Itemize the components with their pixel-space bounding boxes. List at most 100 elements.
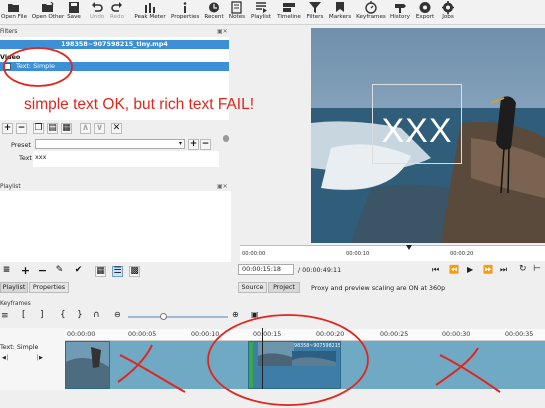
redo-label: Redo: [109, 14, 125, 20]
play-icon[interactable]: ▶: [467, 265, 473, 274]
playlist-remove-button[interactable]: −: [37, 265, 48, 277]
filters-panel-title: Filters: [0, 29, 18, 35]
timeline-button[interactable]: Timeline: [276, 1, 302, 24]
playlist-list-view-icon[interactable]: ☰: [112, 266, 123, 277]
playlist-list[interactable]: [0, 191, 231, 262]
playlist-update-button[interactable]: ✎: [54, 266, 65, 277]
playlist-grid-view-icon[interactable]: ▩: [129, 266, 140, 277]
player-scrub-ruler[interactable]: 00:00:00 00:00:10 00:00:20: [240, 245, 545, 261]
fast-forward-icon[interactable]: ⏩: [483, 265, 493, 274]
main-toolbar: Open File Open Other Save Undo Redo Peak…: [0, 0, 545, 25]
properties-button[interactable]: Properties: [171, 1, 199, 24]
tab-playlist[interactable]: Playlist: [0, 282, 28, 293]
markers-label: Markers: [328, 14, 352, 20]
preset-remove-button[interactable]: −: [200, 139, 211, 150]
keyframes-menu-icon[interactable]: ≡: [1, 311, 9, 321]
open-file-button[interactable]: Open File: [0, 1, 28, 24]
zoom-fit-icon[interactable]: ▣: [251, 310, 259, 319]
move-up-button[interactable]: ∧: [80, 123, 91, 134]
peak-meter-button[interactable]: Peak Meter: [134, 1, 166, 24]
notes-label: Notes: [228, 14, 246, 20]
keyframe-prev-icon[interactable]: {: [60, 310, 66, 320]
folder-open-icon: [8, 4, 19, 12]
export-button[interactable]: Export: [414, 1, 436, 24]
video-preview[interactable]: XXX: [311, 28, 545, 243]
keyframe-out-icon[interactable]: ]: [40, 310, 44, 320]
history-button[interactable]: History: [389, 1, 411, 24]
text-value: xxx: [35, 153, 47, 161]
track-prev-keyframe-icon[interactable]: ◀│: [2, 355, 9, 361]
preset-add-button[interactable]: +: [188, 139, 199, 150]
save-icon: [69, 2, 79, 13]
playlist-check-icon[interactable]: ✔: [73, 266, 84, 277]
loop-icon[interactable]: ↻: [519, 264, 527, 274]
undo-button[interactable]: Undo: [88, 1, 106, 24]
clip-thumbnail-image: [66, 342, 109, 388]
paste-filter-button[interactable]: ▤: [47, 123, 58, 134]
tab-source[interactable]: Source: [238, 282, 267, 293]
chevron-down-icon: ▾: [178, 140, 182, 147]
kf-ruler-label-3: 00:00:15: [253, 331, 282, 338]
keyframes-track[interactable]: 198358~907598215: [65, 328, 545, 389]
annotation-text: simple text OK, but rich text FAIL!: [24, 96, 255, 113]
zoom-out-icon[interactable]: ⊖: [114, 310, 121, 319]
track-header-panel: [0, 328, 65, 390]
tab-properties[interactable]: Properties: [29, 282, 69, 293]
kf-ruler-label-1: 00:00:05: [128, 331, 157, 338]
playlist-menu-icon[interactable]: ≡: [1, 266, 12, 277]
open-other-button[interactable]: Open Other: [30, 1, 66, 24]
filter-item-text-simple[interactable]: Text: Simple: [0, 62, 229, 71]
skip-next-icon[interactable]: ⏭: [500, 265, 507, 275]
copy-filter-button[interactable]: ❐: [33, 123, 44, 134]
zoom-in-icon[interactable]: ⊕: [232, 310, 239, 319]
recent-label: Recent: [204, 14, 224, 20]
notes-button[interactable]: Notes: [228, 1, 246, 24]
jobs-button[interactable]: Jobs: [438, 1, 458, 24]
save-filter-button[interactable]: ▦: [61, 123, 72, 134]
player-playhead[interactable]: [406, 245, 412, 250]
playlist-button[interactable]: Playlist: [250, 1, 272, 24]
playlist-add-button[interactable]: +: [20, 265, 31, 277]
keyframe-next-icon[interactable]: }: [77, 310, 83, 320]
filters-dock-buttons[interactable]: ▣✕: [217, 28, 228, 35]
ruler-label-10: 00:00:10: [346, 251, 370, 257]
zoom-slider-handle[interactable]: [160, 313, 167, 320]
filter-item-label: Text: Simple: [16, 62, 55, 70]
filter-file-name: 198358~907598215_tiny.mp4: [0, 40, 229, 49]
volume-icon[interactable]: ⊢: [533, 264, 541, 274]
open-other-label: Open Other: [31, 14, 65, 20]
kf-ruler-label-7: 00:00:35: [505, 331, 534, 338]
keyframes-panel-title: Keyframes: [0, 301, 31, 307]
markers-button[interactable]: Markers: [328, 1, 352, 24]
keyframes-button[interactable]: Keyframes: [356, 1, 386, 24]
rewind-icon[interactable]: ⏪: [449, 265, 459, 274]
remove-filter-button[interactable]: −: [16, 123, 27, 134]
track-next-keyframe-icon[interactable]: │▶: [36, 355, 43, 361]
tab-project[interactable]: Project: [268, 282, 300, 293]
clip-left-thumbnail[interactable]: [65, 341, 110, 389]
text-input[interactable]: [33, 151, 219, 167]
filters-button[interactable]: Filters: [305, 1, 325, 24]
marker-icon: [336, 2, 344, 12]
keyframe-in-icon[interactable]: [: [22, 310, 26, 320]
skip-previous-icon[interactable]: ⏮: [432, 265, 439, 275]
add-filter-button[interactable]: +: [2, 123, 13, 134]
current-timecode[interactable]: 00:00:15:18: [238, 264, 294, 275]
zoom-slider[interactable]: [128, 313, 228, 320]
save-button[interactable]: Save: [66, 1, 82, 24]
redo-button[interactable]: Redo: [108, 1, 126, 24]
recent-button[interactable]: Recent: [203, 1, 225, 24]
preset-select[interactable]: ▾: [35, 139, 185, 149]
snap-icon[interactable]: ∩: [93, 310, 100, 320]
playlist-detail-view-icon[interactable]: ▦: [95, 266, 106, 277]
playlist-dock-buttons[interactable]: ▣✕: [217, 183, 228, 190]
kf-ruler-label-6: 00:00:30: [442, 331, 471, 338]
keyframes-playhead[interactable]: [262, 328, 263, 389]
filters-scrollbar[interactable]: [223, 135, 229, 142]
filter-enable-checkbox[interactable]: [4, 63, 11, 70]
move-down-button[interactable]: ∨: [94, 123, 105, 134]
timeline-icon: [283, 3, 295, 12]
filter-category: Video: [0, 53, 21, 61]
keyframes-ruler[interactable]: 00:00:00 00:00:05 00:00:10 00:00:15 00:0…: [65, 329, 545, 341]
deselect-filter-button[interactable]: ✕: [111, 123, 122, 134]
